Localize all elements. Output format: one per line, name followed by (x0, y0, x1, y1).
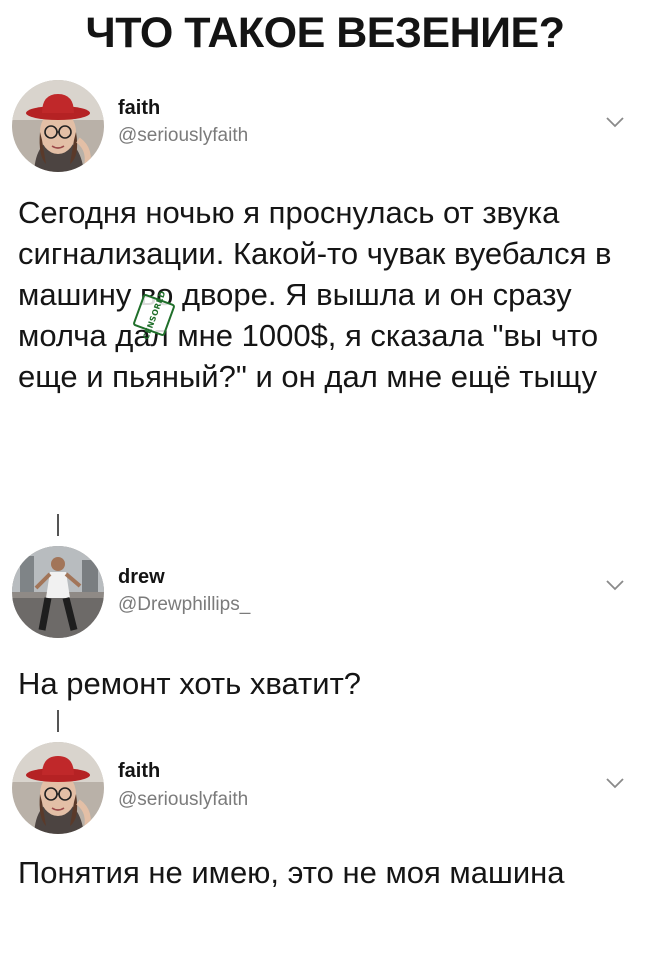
avatar-faith-icon[interactable] (12, 80, 104, 172)
censored-stamp-text: CENSORED (141, 289, 167, 341)
chevron-down-icon[interactable] (604, 115, 626, 129)
author-name[interactable]: faith (118, 96, 160, 120)
chevron-down-icon[interactable] (604, 578, 626, 592)
meme-headline: ЧТО ТАКОЕ ВЕЗЕНИЕ? (85, 9, 566, 57)
author-handle[interactable]: @Drewphillips_ (118, 593, 250, 617)
author-handle[interactable]: @seriouslyfaith (118, 124, 248, 148)
avatar-drew-icon[interactable] (12, 546, 104, 638)
author-name[interactable]: faith (118, 759, 160, 783)
avatar-faith-icon[interactable] (12, 742, 104, 834)
author-handle[interactable]: @seriouslyfaith (118, 788, 248, 812)
tweet-text: Понятия не имею, это не моя машина (18, 855, 565, 890)
thread-connector (57, 514, 59, 536)
tweet-text: Сегодня ночью я проснулась от звука сигн… (18, 195, 612, 394)
chevron-down-icon[interactable] (604, 776, 626, 790)
author-name[interactable]: drew (118, 565, 165, 589)
tweet-text: На ремонт хоть хватит? (18, 666, 362, 701)
thread-connector (57, 710, 59, 732)
